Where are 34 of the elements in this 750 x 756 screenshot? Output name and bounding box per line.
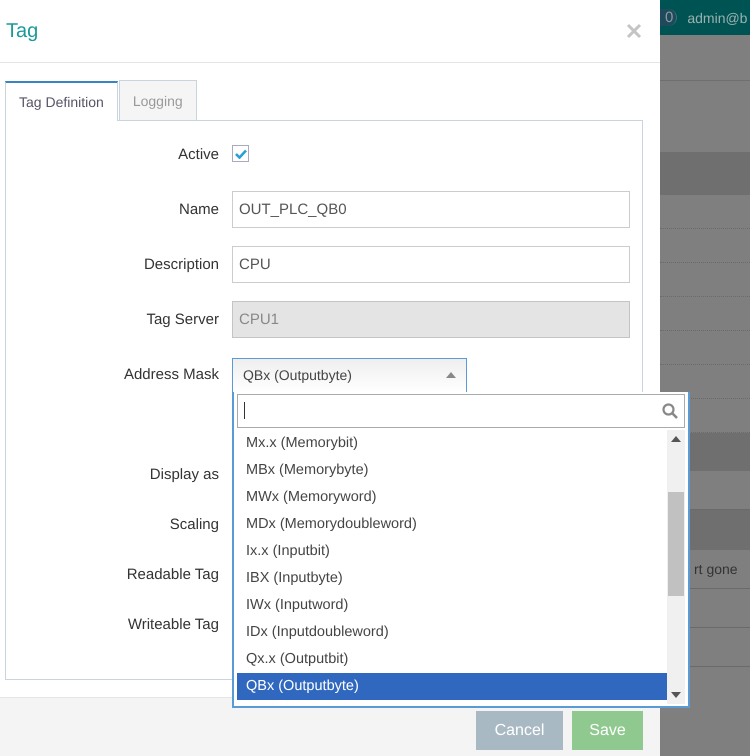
search-icon — [662, 402, 678, 418]
address-mask-select[interactable]: QBx (Outputbyte) — [232, 358, 467, 392]
field-label: Display as — [148, 466, 219, 483]
dropdown-option[interactable]: Ix.x (Inputbit) — [237, 538, 667, 564]
dropdown-option[interactable]: Mx.x (Memorybit) — [237, 430, 667, 456]
dropdown-option[interactable]: IBX (Inputbyte) — [237, 564, 667, 592]
scroll-up-icon[interactable] — [671, 436, 681, 442]
user-menu[interactable]: admin@b — [687, 10, 748, 26]
field-label: Address Mask — [122, 366, 219, 383]
field-label: Writeable Tag — [126, 616, 219, 633]
field-label: Active — [177, 146, 219, 163]
caret-icon — [446, 372, 456, 378]
tab[interactable]: Tag Definition — [5, 81, 118, 121]
field-label: Description — [142, 256, 219, 273]
scroll-down-icon[interactable] — [671, 692, 681, 698]
search-field[interactable] — [237, 394, 685, 428]
field-label: Tag Server — [145, 311, 219, 328]
table-cell: rt gone — [694, 561, 738, 577]
dropdown-option[interactable]: IDx (Inputdoubleword) — [237, 618, 667, 646]
field-label: Scaling — [168, 516, 219, 533]
field-label: Name — [178, 201, 219, 218]
field-label: Readable Tag — [126, 566, 219, 583]
dialog-title: Tag — [6, 20, 38, 42]
scrollbar[interactable] — [667, 430, 685, 704]
dropdown-option[interactable]: MWx (Memoryword) — [237, 484, 667, 510]
input-field[interactable]: OUT_PLC_QB0 — [232, 191, 630, 228]
dropdown-option[interactable]: Qx.x (Outputbit) — [237, 646, 667, 672]
dropdown-option[interactable]: MBx (Memorybyte) — [237, 456, 667, 484]
checkbox[interactable] — [232, 145, 249, 162]
dropdown-option[interactable]: QBx (Outputbyte) — [237, 672, 667, 700]
close-icon[interactable] — [626, 23, 642, 39]
input-field[interactable]: CPU — [232, 246, 630, 283]
dropdown-option[interactable]: IWx (Inputword) — [237, 592, 667, 618]
dropdown-option[interactable]: MDx (Memorydoubleword) — [237, 510, 667, 538]
